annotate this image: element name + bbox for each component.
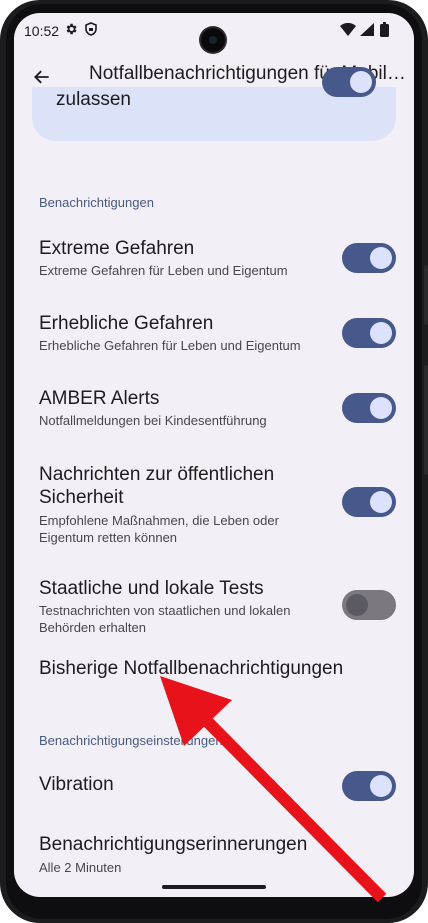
status-time: 10:52 (24, 23, 60, 39)
toggle-knob (370, 322, 392, 344)
gesture-nav-handle[interactable] (162, 885, 266, 889)
power-button (424, 265, 428, 325)
toggle-knob (370, 247, 392, 269)
item-title: Benachrichtigungserinnerungen (39, 834, 308, 855)
wifi-icon (340, 23, 356, 36)
allow-alerts-toggle[interactable] (322, 67, 376, 97)
volume-button (424, 365, 428, 475)
toggle-knob (346, 594, 368, 616)
item-subtitle: Erhebliche Gefahren für Leben und Eigent… (39, 338, 301, 353)
settings-gear-icon (66, 23, 77, 35)
allow-alerts-card[interactable]: zulassen (32, 67, 396, 141)
toggle-knob (370, 491, 392, 513)
shield-icon (85, 22, 97, 36)
item-title: Nachrichten zur öffentlichen Sicherheit (39, 464, 275, 508)
section-header-alert-settings: Benachrichtigungseinstellungen (39, 733, 223, 748)
item-title: Bisherige Notfallbenachrichtigungen (39, 658, 344, 679)
item-title: Erhebliche Gefahren (39, 313, 214, 334)
allow-alerts-label: zulassen (56, 89, 131, 110)
item-subtitle: Alle 2 Minuten (39, 860, 122, 875)
toggle-knob (350, 71, 372, 93)
item-title: Staatliche und lokale Tests (39, 578, 264, 599)
item-subtitle: Empfohlene Maßnahmen, die Leben oder Eig… (39, 513, 279, 545)
list-item-alert-history[interactable]: Bisherige Notfallbenachrichtigungen (14, 649, 414, 689)
item-subtitle: Testnachrichten von staatlichen und loka… (39, 603, 291, 635)
list-item-extreme-threats[interactable]: Extreme Gefahren Extreme Gefahren für Le… (14, 225, 414, 285)
back-arrow-icon (34, 70, 49, 84)
item-title: AMBER Alerts (39, 388, 160, 409)
list-item-amber-alerts[interactable]: AMBER Alerts Notfallmeldungen bei Kindes… (14, 375, 414, 435)
toggle-knob (370, 775, 392, 797)
front-camera (201, 28, 225, 52)
screen: 10:52 Notfallbenachrichtigungen für Mobi… (14, 13, 414, 897)
battery-icon (380, 22, 389, 37)
item-title: Extreme Gefahren (39, 238, 195, 259)
signal-icon (360, 23, 374, 36)
list-item-severe-threats[interactable]: Erhebliche Gefahren Erhebliche Gefahren … (14, 300, 414, 360)
amber-alerts-toggle[interactable] (342, 393, 396, 423)
vibration-toggle[interactable] (342, 771, 396, 801)
list-item-alert-reminders[interactable]: Benachrichtigungserinnerungen Alle 2 Min… (14, 821, 414, 881)
list-item-vibration[interactable]: Vibration (14, 755, 414, 801)
phone-frame: 10:52 Notfallbenachrichtigungen für Mobi… (0, 0, 428, 923)
item-subtitle: Notfallmeldungen bei Kindesentführung (39, 413, 267, 428)
item-subtitle: Extreme Gefahren für Leben und Eigentum (39, 263, 288, 278)
section-header-notifications: Benachrichtigungen (39, 195, 154, 210)
list-item-public-safety[interactable]: Nachrichten zur öffentlichen Sicherheit … (14, 450, 414, 545)
public-safety-toggle[interactable] (342, 487, 396, 517)
list-item-state-local-tests[interactable]: Staatliche und lokale Tests Testnachrich… (14, 563, 414, 635)
extreme-threats-toggle[interactable] (342, 243, 396, 273)
toggle-knob (370, 397, 392, 419)
item-title: Vibration (39, 774, 114, 795)
state-local-tests-toggle[interactable] (342, 590, 396, 620)
severe-threats-toggle[interactable] (342, 318, 396, 348)
